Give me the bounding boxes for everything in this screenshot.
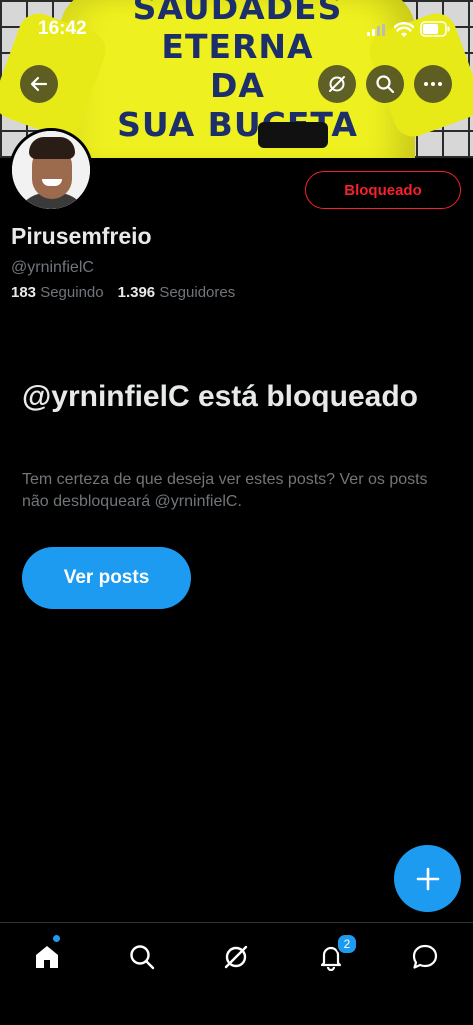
notifications-badge: 2 — [336, 933, 358, 955]
bottom-navigation: 2 — [0, 922, 473, 1025]
messages-icon — [412, 944, 438, 969]
blocked-description: Tem certeza de que deseja ver estes post… — [22, 471, 428, 510]
status-time: 16:42 — [38, 18, 87, 39]
following-link[interactable]: 183 Seguindo — [11, 284, 104, 301]
grok-button[interactable] — [318, 65, 356, 103]
wifi-icon — [394, 22, 414, 37]
avatar[interactable] — [9, 128, 93, 212]
nav-grok[interactable] — [216, 937, 256, 977]
censor-mark — [258, 122, 328, 148]
home-unread-dot — [53, 935, 60, 942]
blocked-button[interactable]: Bloqueado — [305, 171, 461, 209]
following-label: Seguindo — [40, 284, 104, 301]
battery-icon — [420, 21, 450, 37]
compose-button[interactable] — [394, 845, 461, 912]
arrow-left-icon — [30, 76, 48, 92]
view-posts-button[interactable]: Ver posts — [22, 547, 191, 609]
grok-icon — [224, 945, 248, 969]
shirt-line-4: SUA BUCETA — [117, 105, 358, 144]
search-icon — [130, 945, 155, 970]
profile-stats: 183 Seguindo 1.396 Seguidores — [11, 284, 235, 301]
status-bar: 16:42 — [0, 0, 473, 56]
nav-search[interactable] — [122, 937, 162, 977]
more-button[interactable] — [414, 65, 452, 103]
followers-label: Seguidores — [159, 284, 236, 301]
blocked-title: @yrninfielC está bloqueado — [22, 380, 418, 413]
more-icon — [424, 82, 442, 86]
plus-icon — [416, 867, 439, 890]
profile-handle: @yrninfielC — [11, 259, 94, 276]
nav-messages[interactable] — [405, 937, 445, 977]
grok-icon — [329, 76, 345, 92]
home-icon — [36, 946, 58, 968]
back-button[interactable] — [20, 65, 58, 103]
cellular-signal-icon — [367, 24, 385, 36]
nav-home[interactable] — [27, 937, 67, 977]
display-name: Pirusemfreio — [11, 223, 152, 249]
search-icon — [376, 75, 395, 94]
followers-link[interactable]: 1.396 Seguidores — [118, 284, 236, 301]
avatar-hair — [29, 137, 75, 159]
followers-count: 1.396 — [117, 284, 156, 301]
following-count: 183 — [11, 284, 37, 301]
search-button[interactable] — [366, 65, 404, 103]
shirt-line-3: DA — [210, 66, 265, 105]
